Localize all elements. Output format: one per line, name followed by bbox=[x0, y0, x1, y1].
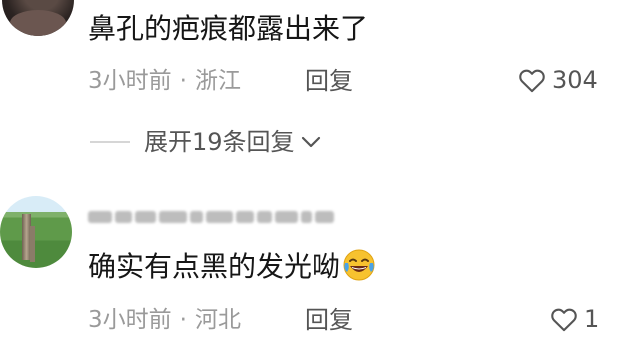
meta-separator: · bbox=[179, 307, 187, 333]
comment-time: 3小时前 bbox=[88, 307, 172, 333]
comment-location: 河北 bbox=[194, 307, 241, 333]
divider-line bbox=[90, 141, 130, 143]
chevron-down-icon bbox=[301, 136, 320, 148]
avatar[interactable] bbox=[0, 196, 72, 268]
like-button[interactable]: 1 bbox=[550, 305, 599, 333]
expand-replies-button[interactable]: 展开19条回复 bbox=[90, 128, 321, 156]
comment-text-body: 确实有点黑的发光呦 bbox=[88, 250, 341, 283]
comment-location: 浙江 bbox=[194, 68, 241, 94]
heart-outline-icon bbox=[519, 69, 545, 93]
comment-time: 3小时前 bbox=[88, 68, 172, 94]
heart-outline-icon bbox=[551, 308, 577, 332]
comment-meta: 3小时前 · 浙江 bbox=[88, 67, 241, 95]
like-count: 304 bbox=[552, 66, 598, 94]
like-button[interactable]: 304 bbox=[518, 66, 598, 94]
comment-text: 鼻孔的疤痕都露出来了 bbox=[88, 12, 369, 45]
like-count: 1 bbox=[584, 305, 600, 333]
avatar[interactable] bbox=[2, 0, 74, 36]
reply-button[interactable]: 回复 bbox=[305, 306, 353, 334]
face-with-tears-of-joy-icon bbox=[343, 249, 375, 281]
expand-replies-label: 展开19条回复 bbox=[144, 128, 295, 156]
meta-separator: · bbox=[179, 68, 187, 94]
reply-button[interactable]: 回复 bbox=[305, 67, 353, 95]
comment-meta: 3小时前 · 河北 bbox=[88, 306, 241, 334]
comment-text: 确实有点黑的发光呦 bbox=[88, 248, 376, 284]
avatar-post bbox=[30, 226, 35, 262]
blurred-username[interactable] bbox=[88, 206, 334, 228]
